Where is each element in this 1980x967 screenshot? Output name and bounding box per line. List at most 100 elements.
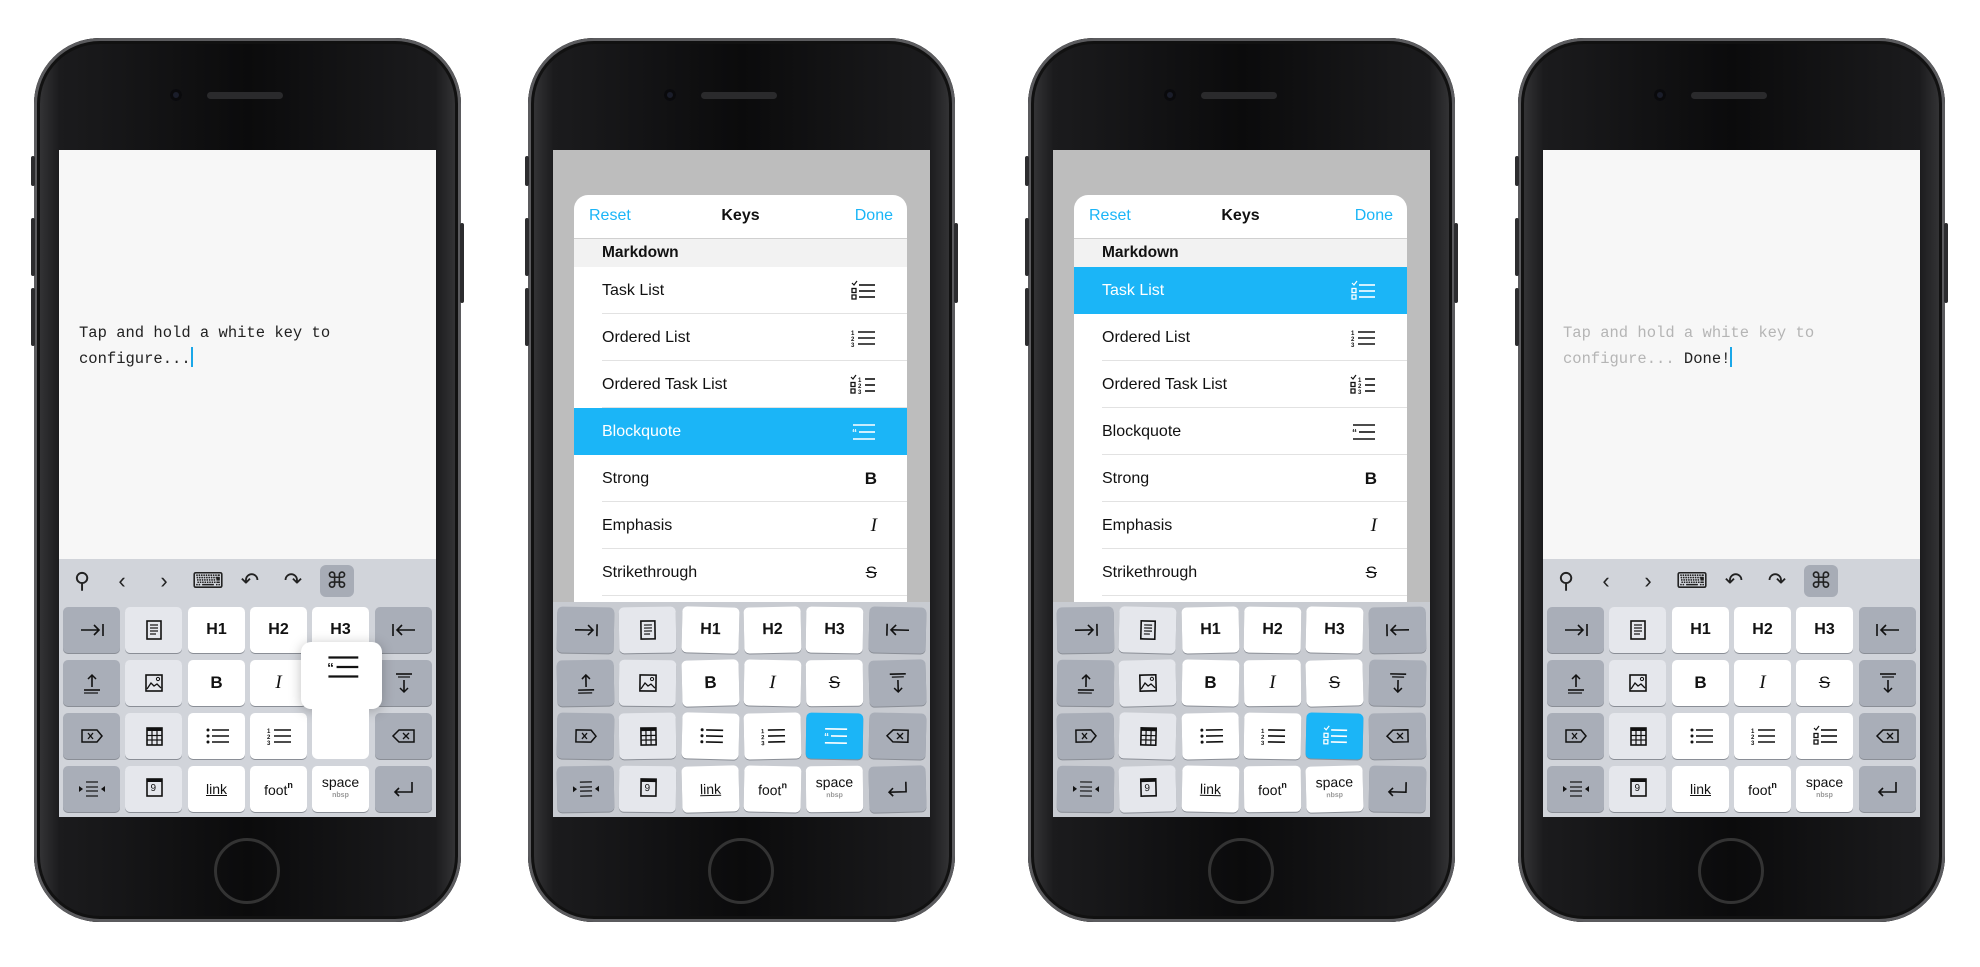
key-indent[interactable] [1056, 606, 1115, 654]
key-bold[interactable]: B [681, 659, 740, 707]
key-option-italic[interactable]: Emphasis I [574, 502, 907, 549]
key-ordered-list[interactable]: 123 [1243, 712, 1302, 760]
key-H1[interactable]: H1 [1181, 606, 1240, 654]
command-icon[interactable]: ⌘ [1804, 565, 1838, 597]
key-table[interactable] [1609, 713, 1666, 759]
key-space[interactable]: space nbsp [1796, 766, 1853, 812]
done-button[interactable]: Done [1355, 207, 1393, 225]
key-return[interactable] [375, 766, 432, 812]
key-backspace[interactable] [1859, 713, 1916, 759]
key-calendar[interactable]: 9 [1118, 765, 1177, 813]
key-ordered-list[interactable]: 123 [1734, 713, 1791, 759]
key-clear[interactable] [1056, 712, 1115, 760]
key-task-list[interactable] [1796, 713, 1853, 759]
key-H3[interactable]: H3 [1305, 606, 1364, 654]
key-italic[interactable]: I [743, 659, 802, 707]
command-icon[interactable]: ⌘ [320, 565, 354, 597]
key-foot[interactable]: footn [1734, 766, 1791, 812]
key-outdent[interactable] [1368, 606, 1427, 654]
key-strikethrough[interactable]: S [1796, 660, 1853, 706]
key-bullet-list[interactable] [681, 712, 740, 760]
key-move-down[interactable] [868, 659, 927, 707]
key-option-strikethrough[interactable]: Strikethrough S [1074, 549, 1407, 596]
key-center-align[interactable] [556, 765, 615, 813]
key-move-down[interactable] [375, 660, 432, 706]
key-link[interactable]: link [681, 765, 740, 813]
key-option-bold[interactable]: Strong B [574, 455, 907, 502]
key-move-down[interactable] [1859, 660, 1916, 706]
key-bold[interactable]: B [1181, 659, 1240, 707]
key-option-bold[interactable]: Strong B [1074, 455, 1407, 502]
key-image[interactable] [1118, 659, 1177, 707]
reset-button[interactable]: Reset [1089, 207, 1131, 225]
editor-text-area[interactable]: Tap and hold a white key to configure... [79, 320, 419, 372]
keyboard-dismiss-icon[interactable]: ⌨ [1675, 565, 1709, 597]
key-indent[interactable] [1547, 607, 1604, 653]
key-document[interactable] [1609, 607, 1666, 653]
key-outdent[interactable] [1859, 607, 1916, 653]
key-H2[interactable]: H2 [743, 606, 802, 654]
undo-icon[interactable]: ↶ [233, 565, 267, 597]
editor-text-area[interactable]: Tap and hold a white key to configure...… [1563, 320, 1903, 372]
key-clear[interactable] [1547, 713, 1604, 759]
key-return[interactable] [1368, 765, 1427, 813]
key-option-strikethrough[interactable]: Strikethrough S [574, 549, 907, 596]
key-indent[interactable] [63, 607, 120, 653]
key-image[interactable] [1609, 660, 1666, 706]
chevron-left-icon[interactable]: ‹ [105, 565, 139, 597]
key-task-list[interactable] [1305, 712, 1364, 760]
key-option-blockquote[interactable]: Blockquote “ [574, 408, 907, 455]
key-document[interactable] [1118, 606, 1177, 654]
key-table[interactable] [618, 712, 677, 760]
key-italic[interactable]: I [1734, 660, 1791, 706]
home-button[interactable] [708, 838, 774, 904]
key-return[interactable] [1859, 766, 1916, 812]
key-option-ordered-list[interactable]: Ordered List 123 [574, 314, 907, 361]
key-bullet-list[interactable] [1181, 712, 1240, 760]
key-italic[interactable]: I [1243, 659, 1302, 707]
key-move-up[interactable] [1547, 660, 1604, 706]
key-backspace[interactable] [375, 713, 432, 759]
key-bullet-list[interactable] [188, 713, 245, 759]
key-bullet-list[interactable] [1672, 713, 1729, 759]
key-H1[interactable]: H1 [188, 607, 245, 653]
key-center-align[interactable] [1547, 766, 1604, 812]
search-icon[interactable]: ⚲ [65, 565, 99, 597]
key-option-task-list[interactable]: Task List [574, 267, 907, 314]
home-button[interactable] [1698, 838, 1764, 904]
key-space[interactable]: space nbsp [312, 766, 369, 812]
redo-icon[interactable]: ↷ [276, 565, 310, 597]
key-center-align[interactable] [63, 766, 120, 812]
key-H2[interactable]: H2 [1734, 607, 1791, 653]
key-H2[interactable]: H2 [250, 607, 307, 653]
key-H1[interactable]: H1 [1672, 607, 1729, 653]
key-backspace[interactable] [868, 712, 927, 760]
key-ordered-list[interactable]: 123 [743, 712, 802, 760]
key-foot[interactable]: footn [1243, 765, 1302, 813]
key-document[interactable] [125, 607, 182, 653]
key-foot[interactable]: footn [743, 765, 802, 813]
key-blockquote[interactable]: “ [805, 712, 864, 760]
key-bold[interactable]: B [188, 660, 245, 706]
key-document[interactable] [618, 606, 677, 654]
key-space[interactable]: space nbsp [805, 765, 864, 813]
key-H3[interactable]: H3 [1796, 607, 1853, 653]
redo-icon[interactable]: ↷ [1760, 565, 1794, 597]
key-link[interactable]: link [1181, 765, 1240, 813]
key-option-ordered-list[interactable]: Ordered List 123 [1074, 314, 1407, 361]
key-indent[interactable] [556, 606, 615, 654]
key-calendar[interactable]: 9 [1609, 766, 1666, 812]
chevron-right-icon[interactable]: › [147, 565, 181, 597]
key-table[interactable] [125, 713, 182, 759]
key-outdent[interactable] [375, 607, 432, 653]
key-table[interactable] [1118, 712, 1177, 760]
key-option-task-list[interactable]: Task List [1074, 267, 1407, 314]
key-move-up[interactable] [63, 660, 120, 706]
key-move-down[interactable] [1368, 659, 1427, 707]
done-button[interactable]: Done [855, 207, 893, 225]
chevron-right-icon[interactable]: › [1631, 565, 1665, 597]
key-italic[interactable]: I [250, 660, 307, 706]
key-outdent[interactable] [868, 606, 927, 654]
home-button[interactable] [1208, 838, 1274, 904]
key-image[interactable] [125, 660, 182, 706]
